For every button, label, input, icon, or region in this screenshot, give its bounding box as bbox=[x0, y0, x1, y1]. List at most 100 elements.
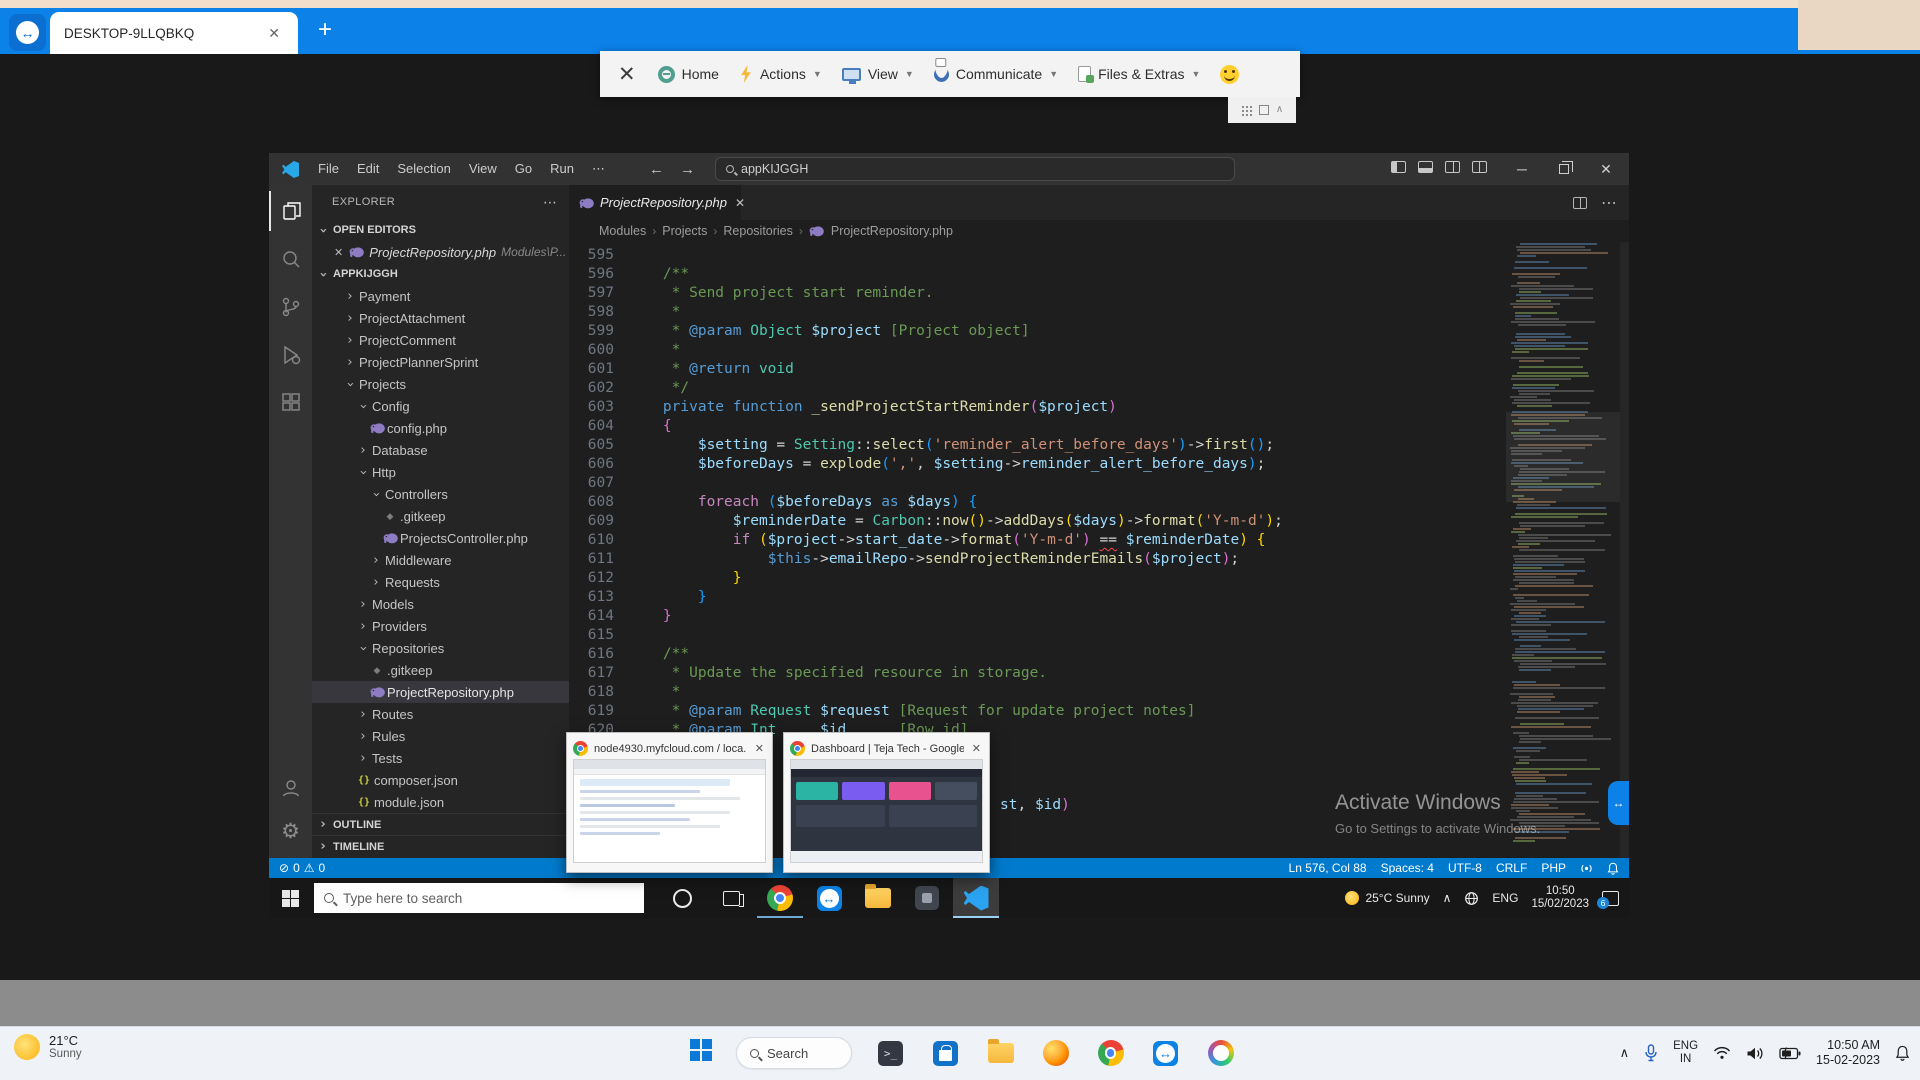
code-line[interactable]: 600 * bbox=[569, 341, 1283, 360]
taskbar-icon-cortana[interactable] bbox=[659, 878, 705, 918]
tree-item-projectcomment[interactable]: ›ProjectComment bbox=[312, 329, 569, 351]
restore-button[interactable] bbox=[1543, 153, 1585, 185]
status-php[interactable]: PHP bbox=[1541, 861, 1566, 875]
tray-chevron-icon[interactable]: ∧ bbox=[1620, 1045, 1630, 1061]
close-tab-icon[interactable]: ✕ bbox=[735, 196, 745, 210]
command-center-search[interactable]: appKIJGGH bbox=[715, 157, 1235, 181]
code-line[interactable]: 619 * @param Request $request [Request f… bbox=[569, 702, 1283, 721]
notification-bell-icon[interactable] bbox=[1895, 1045, 1910, 1061]
code-line[interactable]: 612 } bbox=[569, 569, 1283, 588]
notifications-bell-icon[interactable] bbox=[1607, 862, 1619, 875]
code-line[interactable]: 599 * @param Object $project [Project ob… bbox=[569, 322, 1283, 341]
teamviewer-mini-panel[interactable]: ∧ bbox=[1228, 97, 1296, 123]
code-line[interactable]: 607 bbox=[569, 474, 1283, 493]
code-line[interactable]: 615 bbox=[569, 626, 1283, 645]
code-line[interactable]: 618 * bbox=[569, 683, 1283, 702]
session-tab[interactable]: DESKTOP-9LLQBKQ ✕ bbox=[50, 12, 298, 54]
breadcrumb-item[interactable]: Repositories bbox=[723, 224, 792, 238]
tree-item-tests[interactable]: ›Tests bbox=[312, 747, 569, 769]
tree-item-requests[interactable]: ›Requests bbox=[312, 571, 569, 593]
taskbar-icon-store[interactable] bbox=[918, 1026, 973, 1080]
more-actions-icon[interactable]: ⋯ bbox=[543, 194, 557, 211]
tree-item-projects[interactable]: ›Projects bbox=[312, 373, 569, 395]
taskbar-icon-file-explorer[interactable] bbox=[973, 1026, 1028, 1080]
status-utf-8[interactable]: UTF-8 bbox=[1448, 861, 1482, 875]
taskbar-icon-teamviewer[interactable] bbox=[1138, 1026, 1193, 1080]
code-line[interactable]: 606 $beforeDays = explode(',', $setting-… bbox=[569, 455, 1283, 474]
forward-icon[interactable]: → bbox=[680, 161, 695, 178]
more-actions-icon[interactable]: ⋯ bbox=[1601, 193, 1617, 213]
back-icon[interactable]: ← bbox=[649, 161, 664, 178]
close-session-button[interactable]: ✕ bbox=[618, 62, 636, 87]
toolbar-item-actions[interactable]: Actions▼ bbox=[739, 65, 822, 83]
section-root-folder[interactable]: › APPKIJGGH bbox=[312, 263, 569, 285]
tree-item-gitkeep[interactable]: ◆.gitkeep bbox=[312, 659, 569, 681]
extensions-icon[interactable] bbox=[269, 383, 312, 423]
tree-item-composer-json[interactable]: {}composer.json bbox=[312, 769, 569, 791]
section-timeline[interactable]: › TIMELINE bbox=[312, 835, 569, 857]
start-button-icon[interactable] bbox=[282, 890, 299, 907]
clock[interactable]: 10:50 15/02/2023 bbox=[1531, 885, 1589, 911]
tree-item-gitkeep[interactable]: ◆.gitkeep bbox=[312, 505, 569, 527]
toolbar-item-home[interactable]: Home bbox=[658, 66, 719, 83]
new-tab-button[interactable]: + bbox=[318, 16, 332, 44]
breadcrumb-item[interactable]: Projects bbox=[662, 224, 707, 238]
tree-item-module-json[interactable]: {}module.json bbox=[312, 791, 569, 813]
section-outline[interactable]: › OUTLINE bbox=[312, 813, 569, 835]
feedback-smiley-icon[interactable] bbox=[1220, 65, 1239, 84]
start-button-icon[interactable] bbox=[690, 1039, 712, 1061]
settings-gear-icon[interactable]: ⚙ bbox=[269, 811, 312, 851]
code-line[interactable]: 617 * Update the specified resource in s… bbox=[569, 664, 1283, 683]
tree-item-middleware[interactable]: ›Middleware bbox=[312, 549, 569, 571]
problems-indicator[interactable]: ⊘ 0 ⚠ 0 bbox=[279, 861, 325, 875]
open-editor-item[interactable]: ✕ ProjectRepository.php Modules\P... bbox=[312, 241, 569, 263]
menu-more[interactable]: ⋯ bbox=[583, 153, 614, 185]
menu-go[interactable]: Go bbox=[506, 153, 541, 185]
toolbar-item-communicate[interactable]: Communicate▼ bbox=[934, 66, 1058, 82]
status-ln-576-col-88[interactable]: Ln 576, Col 88 bbox=[1289, 861, 1367, 875]
tree-item-repositories[interactable]: ›Repositories bbox=[312, 637, 569, 659]
code-line[interactable]: 608 foreach ($beforeDays as $days) { bbox=[569, 493, 1283, 512]
battery-icon[interactable] bbox=[1779, 1047, 1801, 1060]
taskbar-icon-dark-app[interactable] bbox=[904, 878, 950, 918]
editor-tab[interactable]: ProjectRepository.php ✕ bbox=[569, 185, 741, 220]
code-line[interactable]: 605 $setting = Setting::select('reminder… bbox=[569, 436, 1283, 455]
code-line[interactable]: 596 /** bbox=[569, 265, 1283, 284]
tree-item-database[interactable]: ›Database bbox=[312, 439, 569, 461]
code-line[interactable]: 611 $this->emailRepo->sendProjectReminde… bbox=[569, 550, 1283, 569]
grid-icon[interactable] bbox=[1241, 105, 1252, 116]
host-search-box[interactable]: Search bbox=[736, 1037, 852, 1069]
network-globe-icon[interactable] bbox=[1464, 891, 1479, 906]
tree-item-providers[interactable]: ›Providers bbox=[312, 615, 569, 637]
minimize-button[interactable]: ─ bbox=[1501, 153, 1543, 185]
tree-item-projectplannersprint[interactable]: ›ProjectPlannerSprint bbox=[312, 351, 569, 373]
action-center-icon[interactable]: 6 bbox=[1602, 891, 1619, 906]
toggle-sidebar-icon[interactable] bbox=[1391, 161, 1406, 173]
taskbar-icon-terminal[interactable] bbox=[863, 1026, 918, 1080]
toggle-secondary-sidebar-icon[interactable] bbox=[1445, 161, 1460, 173]
taskbar-icon-file-explorer[interactable] bbox=[855, 878, 901, 918]
chevron-up-icon[interactable]: ∧ bbox=[1276, 105, 1283, 115]
language-indicator[interactable]: ENG IN bbox=[1673, 1040, 1698, 1066]
clock[interactable]: 10:50 AM 15-02-2023 bbox=[1816, 1038, 1880, 1068]
close-preview-icon[interactable]: ✕ bbox=[970, 742, 983, 755]
code-line[interactable]: 609 $reminderDate = Carbon::now()->addDa… bbox=[569, 512, 1283, 531]
minimap[interactable] bbox=[1506, 242, 1620, 858]
taskbar-icon-vscode[interactable] bbox=[953, 878, 999, 918]
code-line[interactable]: 595 bbox=[569, 246, 1283, 265]
scrollbar[interactable] bbox=[1620, 242, 1629, 858]
remote-ports-icon[interactable] bbox=[1580, 862, 1593, 875]
code-line[interactable]: 614 } bbox=[569, 607, 1283, 626]
close-editor-icon[interactable]: ✕ bbox=[334, 246, 343, 259]
menu-file[interactable]: File bbox=[309, 153, 348, 185]
tree-item-projectattachment[interactable]: ›ProjectAttachment bbox=[312, 307, 569, 329]
taskbar-icon-teamviewer[interactable] bbox=[806, 878, 852, 918]
status-spaces-4[interactable]: Spaces: 4 bbox=[1381, 861, 1434, 875]
code-line[interactable]: 598 * bbox=[569, 303, 1283, 322]
section-open-editors[interactable]: › OPEN EDITORS bbox=[312, 219, 569, 241]
menu-selection[interactable]: Selection bbox=[388, 153, 459, 185]
menu-run[interactable]: Run bbox=[541, 153, 583, 185]
taskbar-icon-chrome[interactable] bbox=[757, 878, 803, 918]
tree-item-projectrepository-php[interactable]: ProjectRepository.php bbox=[312, 681, 569, 703]
menu-view[interactable]: View bbox=[460, 153, 506, 185]
